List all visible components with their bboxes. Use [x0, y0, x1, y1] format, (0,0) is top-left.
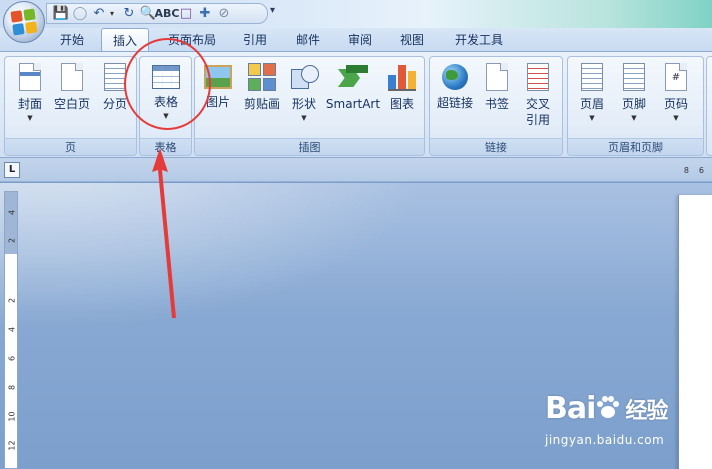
group-illustrations: 图片 剪贴画 形状 ▼ SmartArt 图表 插图: [194, 56, 425, 156]
ribbon-tab-row: 开始 插入 页面布局 引用 邮件 审阅 视图 开发工具: [0, 28, 712, 52]
customize-qat-icon[interactable]: ▾: [270, 5, 275, 16]
tab-review[interactable]: 审阅: [338, 28, 382, 52]
group-label-links: 链接: [430, 138, 562, 155]
ruler-number: 12: [7, 440, 17, 451]
smartart-button[interactable]: SmartArt: [323, 61, 383, 112]
ruler-number: 2: [7, 237, 17, 244]
tab-developer[interactable]: 开发工具: [444, 28, 514, 52]
chevron-down-icon: ▼: [631, 114, 637, 122]
quick-access-toolbar: 💾 ◯ ↶ ▾ ↻ 🔍 ABC □ ✚ ⊘: [46, 3, 268, 24]
group-header-footer: 页眉 ▼ 页脚 ▼ # 页码 ▼ 页眉和页脚: [567, 56, 704, 156]
page-number-label: 页码: [663, 97, 688, 111]
group-next-partial: [706, 56, 712, 156]
bookmark-label: 书签: [484, 97, 509, 111]
chevron-down-icon: ▼: [589, 114, 595, 122]
clipart-button[interactable]: 剪贴画: [239, 61, 285, 112]
chevron-down-icon: ▼: [27, 114, 33, 122]
page-icon[interactable]: □: [178, 6, 194, 22]
cross-reference-icon: [527, 63, 549, 91]
hyperlink-button[interactable]: 超链接: [433, 61, 477, 111]
clipart-icon: [248, 63, 276, 91]
shapes-button[interactable]: 形状 ▼: [287, 61, 321, 122]
chart-label: 图表: [389, 97, 414, 111]
chart-button[interactable]: 图表: [385, 61, 419, 112]
cross-reference-label-line2: 引用: [525, 113, 550, 127]
ruler-number: 8: [7, 384, 17, 391]
footer-icon: [623, 63, 645, 91]
top-ruler-numbers: 8 6: [684, 166, 704, 175]
left-ruler[interactable]: 4 2 2 4 6 8 10 12: [4, 191, 18, 469]
ruler-number: 6: [7, 355, 17, 362]
smartart-label: SmartArt: [325, 97, 381, 111]
group-links: 超链接 书签 交叉 引用 链接: [429, 56, 563, 156]
page-number-button[interactable]: # 页码 ▼: [658, 61, 694, 122]
page-break-icon: [104, 63, 126, 91]
shapes-label: 形状: [291, 97, 316, 111]
office-button[interactable]: [3, 1, 45, 43]
ribbon: 封面 ▼ 空白页 分页 页 表格 ▼ 表格 图片 剪贴画 形状 ▼ SmartA…: [0, 51, 712, 158]
tab-references[interactable]: 引用: [234, 28, 276, 52]
shapes-icon: [289, 63, 319, 91]
redo-icon[interactable]: ↻: [121, 6, 137, 22]
annotation-circle: [124, 38, 211, 130]
group-pages: 封面 ▼ 空白页 分页 页: [4, 56, 137, 156]
ruler-number: 2: [7, 297, 17, 304]
cover-label: 封面: [17, 97, 42, 111]
ruler-number: 8: [683, 166, 689, 175]
header-label: 页眉: [579, 97, 604, 111]
undo-icon[interactable]: ↶: [91, 6, 107, 22]
hyperlink-label: 超链接: [436, 96, 473, 110]
no-edit-icon[interactable]: ⊘: [216, 6, 232, 22]
smartart-icon: [338, 65, 368, 91]
header-icon: [581, 63, 603, 91]
page-number-icon: #: [665, 63, 687, 91]
top-ruler: L 8 6: [0, 158, 712, 182]
ruler-number: 6: [698, 166, 704, 175]
title-bar: 💾 ◯ ↶ ▾ ↻ 🔍 ABC □ ✚ ⊘ ▾: [0, 0, 712, 43]
tab-view[interactable]: 视图: [390, 28, 434, 52]
tab-stop-selector[interactable]: L: [4, 162, 20, 178]
cross-reference-label-line1: 交叉: [525, 97, 550, 111]
footer-label: 页脚: [621, 97, 646, 111]
save-icon[interactable]: 💾: [53, 6, 69, 22]
ruler-number: 10: [7, 411, 17, 422]
spelling-icon[interactable]: ABC: [155, 6, 180, 22]
office-logo-icon: [10, 8, 38, 36]
circle-icon[interactable]: ◯: [72, 6, 88, 22]
bookmark-icon: [486, 63, 508, 91]
bookmark-button[interactable]: 书签: [479, 61, 515, 112]
group-label-header-footer: 页眉和页脚: [568, 138, 703, 155]
paw-logo-icon: [597, 396, 620, 418]
ruler-number: 4: [7, 209, 17, 216]
baidu-jingyan-watermark: Bai 经验 jingyan.baidu.com: [545, 392, 705, 462]
cover-button[interactable]: 封面 ▼: [11, 61, 49, 122]
watermark-brand: Bai 经验: [545, 392, 705, 429]
ruler-number: 4: [7, 326, 17, 333]
tab-mailings[interactable]: 邮件: [286, 28, 330, 52]
tab-home[interactable]: 开始: [50, 28, 94, 52]
blank-page-button[interactable]: 空白页: [51, 61, 93, 112]
chevron-down-icon: ▼: [301, 114, 307, 122]
header-button[interactable]: 页眉 ▼: [574, 61, 610, 122]
chevron-down-icon: ▼: [673, 114, 679, 122]
blank-page-label: 空白页: [53, 97, 90, 111]
blank-page-icon: [61, 63, 83, 91]
clipart-label: 剪贴画: [243, 97, 280, 111]
undo-dropdown-icon[interactable]: ▾: [110, 9, 118, 18]
cover-page-icon: [19, 63, 41, 91]
watermark-url: jingyan.baidu.com: [545, 433, 665, 447]
annotation-arrow-icon: [152, 148, 176, 318]
chart-icon: [388, 63, 416, 91]
insert-icon[interactable]: ✚: [197, 6, 213, 22]
footer-button[interactable]: 页脚 ▼: [616, 61, 652, 122]
cross-reference-button[interactable]: 交叉 引用: [518, 61, 558, 128]
hyperlink-globe-icon: [442, 64, 468, 90]
watermark-suffix: 经验: [625, 399, 668, 424]
group-label-pages: 页: [5, 138, 136, 155]
background-swoosh: [0, 183, 460, 343]
watermark-brand-text: Bai: [545, 391, 596, 426]
group-label-illustrations: 插图: [195, 138, 424, 155]
